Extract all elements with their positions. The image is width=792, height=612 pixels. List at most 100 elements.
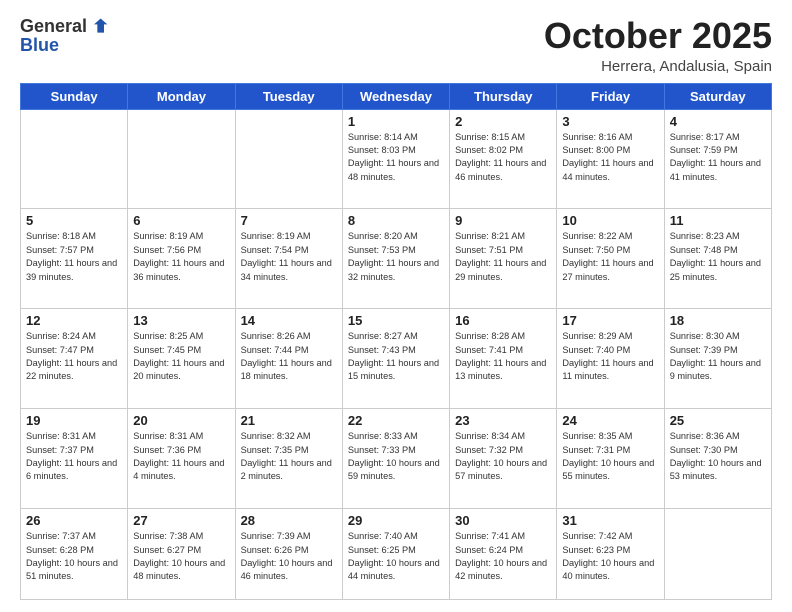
day-number: 12 bbox=[26, 313, 122, 328]
day-info: Sunrise: 8:21 AMSunset: 7:51 PMDaylight:… bbox=[455, 230, 551, 283]
day-number: 9 bbox=[455, 213, 551, 228]
sunrise-text: Sunrise: 8:14 AM bbox=[348, 132, 418, 142]
table-row bbox=[664, 509, 771, 600]
location-title: Herrera, Andalusia, Spain bbox=[544, 58, 772, 75]
sunrise-text: Sunrise: 7:40 AM bbox=[348, 531, 418, 541]
day-number: 28 bbox=[241, 513, 337, 528]
day-info: Sunrise: 8:31 AMSunset: 7:36 PMDaylight:… bbox=[133, 430, 229, 483]
daylight-text: Daylight: 11 hours and 34 minutes. bbox=[241, 258, 332, 281]
table-row: 20Sunrise: 8:31 AMSunset: 7:36 PMDayligh… bbox=[128, 409, 235, 509]
table-row: 15Sunrise: 8:27 AMSunset: 7:43 PMDayligh… bbox=[342, 309, 449, 409]
sunrise-text: Sunrise: 8:28 AM bbox=[455, 331, 525, 341]
col-thursday: Thursday bbox=[450, 83, 557, 109]
daylight-text: Daylight: 11 hours and 18 minutes. bbox=[241, 358, 332, 381]
sunrise-text: Sunrise: 8:34 AM bbox=[455, 431, 525, 441]
day-info: Sunrise: 8:16 AMSunset: 8:00 PMDaylight:… bbox=[562, 131, 658, 184]
daylight-text: Daylight: 11 hours and 41 minutes. bbox=[670, 158, 761, 181]
table-row: 8 Sunrise: 8:20 AM Sunset: 7:53 PM Daylight… bbox=[342, 209, 449, 309]
day-info: Sunrise: 8:20 AM Sunset: 7:53 PM Daylight:… bbox=[348, 230, 444, 283]
calendar-table: Sunday Monday Tuesday Wednesday Thursday… bbox=[20, 83, 772, 600]
daylight-text: Daylight: 11 hours and 27 minutes. bbox=[562, 258, 653, 281]
day-info: Sunrise: 8:32 AMSunset: 7:35 PMDaylight:… bbox=[241, 430, 337, 483]
daylight-text: Daylight: 11 hours and 13 minutes. bbox=[455, 358, 546, 381]
table-row: 29Sunrise: 7:40 AMSunset: 6:25 PMDayligh… bbox=[342, 509, 449, 600]
table-row: 7Sunrise: 8:19 AMSunset: 7:54 PMDaylight… bbox=[235, 209, 342, 309]
day-number: 5 bbox=[26, 213, 122, 228]
calendar-week-row: 12Sunrise: 8:24 AMSunset: 7:47 PMDayligh… bbox=[21, 309, 772, 409]
daylight-text: Daylight: 11 hours and 25 minutes. bbox=[670, 258, 761, 281]
sunrise-text: Sunrise: 8:18 AM bbox=[26, 231, 96, 241]
sunset-text: Sunset: 7:53 PM bbox=[348, 245, 416, 255]
sunrise-text: Sunrise: 8:16 AM bbox=[562, 132, 632, 142]
day-number: 23 bbox=[455, 413, 551, 428]
calendar-header-row: Sunday Monday Tuesday Wednesday Thursday… bbox=[21, 83, 772, 109]
day-number: 24 bbox=[562, 413, 658, 428]
day-info: Sunrise: 8:33 AMSunset: 7:33 PMDaylight:… bbox=[348, 430, 444, 483]
sunrise-text: Sunrise: 8:20 AM bbox=[348, 231, 418, 241]
table-row: 12Sunrise: 8:24 AMSunset: 7:47 PMDayligh… bbox=[21, 309, 128, 409]
day-info: Sunrise: 7:40 AMSunset: 6:25 PMDaylight:… bbox=[348, 530, 444, 583]
day-number: 19 bbox=[26, 413, 122, 428]
day-info: Sunrise: 8:30 AMSunset: 7:39 PMDaylight:… bbox=[670, 330, 766, 383]
daylight-text: Daylight: 11 hours and 36 minutes. bbox=[133, 258, 224, 281]
table-row: 22Sunrise: 8:33 AMSunset: 7:33 PMDayligh… bbox=[342, 409, 449, 509]
sunset-text: Sunset: 6:28 PM bbox=[26, 545, 94, 555]
sunset-text: Sunset: 7:50 PM bbox=[562, 245, 630, 255]
table-row: 27Sunrise: 7:38 AMSunset: 6:27 PMDayligh… bbox=[128, 509, 235, 600]
day-number: 14 bbox=[241, 313, 337, 328]
sunrise-text: Sunrise: 8:30 AM bbox=[670, 331, 740, 341]
day-number: 26 bbox=[26, 513, 122, 528]
day-info: Sunrise: 8:26 AMSunset: 7:44 PMDaylight:… bbox=[241, 330, 337, 383]
table-row: 2Sunrise: 8:15 AMSunset: 8:02 PMDaylight… bbox=[450, 109, 557, 209]
sunset-text: Sunset: 7:35 PM bbox=[241, 445, 309, 455]
sunset-text: Sunset: 6:23 PM bbox=[562, 545, 630, 555]
sunset-text: Sunset: 6:24 PM bbox=[455, 545, 523, 555]
sunset-text: Sunset: 7:41 PM bbox=[455, 345, 523, 355]
table-row: 11Sunrise: 8:23 AMSunset: 7:48 PMDayligh… bbox=[664, 209, 771, 309]
day-number: 6 bbox=[133, 213, 229, 228]
table-row: 1Sunrise: 8:14 AMSunset: 8:03 PMDaylight… bbox=[342, 109, 449, 209]
day-number: 18 bbox=[670, 313, 766, 328]
table-row: 25Sunrise: 8:36 AMSunset: 7:30 PMDayligh… bbox=[664, 409, 771, 509]
table-row: 10 Sunrise: 8:22 AM Sunset: 7:50 PM Dayligh… bbox=[557, 209, 664, 309]
daylight-text: Daylight: 10 hours and 59 minutes. bbox=[348, 458, 440, 481]
day-number: 1 bbox=[348, 114, 444, 129]
daylight-text: Daylight: 11 hours and 22 minutes. bbox=[26, 358, 117, 381]
calendar-week-row: 26 Sunrise: 7:37 AM Sunset: 6:28 PM Dayligh… bbox=[21, 509, 772, 600]
table-row: 23Sunrise: 8:34 AMSunset: 7:32 PMDayligh… bbox=[450, 409, 557, 509]
sunset-text: Sunset: 7:32 PM bbox=[455, 445, 523, 455]
table-row: 16Sunrise: 8:28 AMSunset: 7:41 PMDayligh… bbox=[450, 309, 557, 409]
day-number: 31 bbox=[562, 513, 658, 528]
day-number: 10 bbox=[562, 213, 658, 228]
sunset-text: Sunset: 7:33 PM bbox=[348, 445, 416, 455]
table-row: 30Sunrise: 7:41 AMSunset: 6:24 PMDayligh… bbox=[450, 509, 557, 600]
table-row: 31Sunrise: 7:42 AMSunset: 6:23 PMDayligh… bbox=[557, 509, 664, 600]
sunset-text: Sunset: 7:30 PM bbox=[670, 445, 738, 455]
day-number: 8 bbox=[348, 213, 444, 228]
sunset-text: Sunset: 7:59 PM bbox=[670, 145, 738, 155]
day-info: Sunrise: 8:17 AMSunset: 7:59 PMDaylight:… bbox=[670, 131, 766, 184]
table-row: 28Sunrise: 7:39 AMSunset: 6:26 PMDayligh… bbox=[235, 509, 342, 600]
header: General Blue October 2025 Herrera, Andal… bbox=[20, 16, 772, 75]
day-info: Sunrise: 8:27 AMSunset: 7:43 PMDaylight:… bbox=[348, 330, 444, 383]
day-info: Sunrise: 8:29 AMSunset: 7:40 PMDaylight:… bbox=[562, 330, 658, 383]
sunrise-text: Sunrise: 8:32 AM bbox=[241, 431, 311, 441]
month-title: October 2025 bbox=[544, 16, 772, 56]
logo: General Blue bbox=[20, 16, 109, 54]
daylight-text: Daylight: 11 hours and 29 minutes. bbox=[455, 258, 546, 281]
daylight-text: Daylight: 11 hours and 4 minutes. bbox=[133, 458, 224, 481]
daylight-text: Daylight: 11 hours and 32 minutes. bbox=[348, 258, 439, 281]
title-block: October 2025 Herrera, Andalusia, Spain bbox=[544, 16, 772, 75]
sunset-text: Sunset: 7:57 PM bbox=[26, 245, 94, 255]
table-row: 19Sunrise: 8:31 AMSunset: 7:37 PMDayligh… bbox=[21, 409, 128, 509]
day-number: 3 bbox=[562, 114, 658, 129]
daylight-text: Daylight: 10 hours and 40 minutes. bbox=[562, 558, 654, 581]
daylight-text: Daylight: 11 hours and 15 minutes. bbox=[348, 358, 439, 381]
col-sunday: Sunday bbox=[21, 83, 128, 109]
sunrise-text: Sunrise: 8:22 AM bbox=[562, 231, 632, 241]
daylight-text: Daylight: 10 hours and 53 minutes. bbox=[670, 458, 762, 481]
sunset-text: Sunset: 7:43 PM bbox=[348, 345, 416, 355]
sunrise-text: Sunrise: 7:37 AM bbox=[26, 531, 96, 541]
daylight-text: Daylight: 11 hours and 20 minutes. bbox=[133, 358, 224, 381]
day-info: Sunrise: 8:34 AMSunset: 7:32 PMDaylight:… bbox=[455, 430, 551, 483]
